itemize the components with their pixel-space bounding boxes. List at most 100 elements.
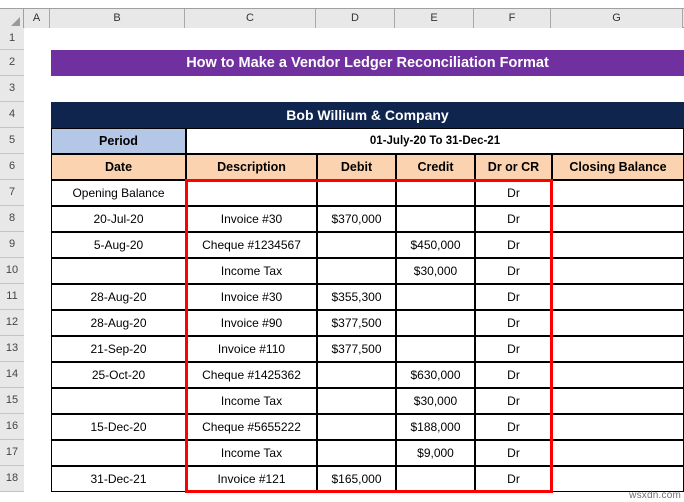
column-header-f[interactable]: F (474, 9, 551, 29)
cell-credit-row-7[interactable] (396, 180, 475, 206)
table-header-debit[interactable]: Debit (317, 154, 396, 180)
row-header-9[interactable]: 9 (0, 232, 24, 258)
cell-closing-balance-row-9[interactable] (552, 232, 684, 258)
cell-credit-row-12[interactable] (396, 310, 475, 336)
row-header-17[interactable]: 17 (0, 440, 24, 466)
cell-debit-row-17[interactable] (317, 440, 396, 466)
column-header-d[interactable]: D (316, 9, 395, 29)
cell-closing-balance-row-10[interactable] (552, 258, 684, 284)
cell-debit-row-18[interactable]: $165,000 (317, 466, 396, 492)
cell-credit-row-18[interactable] (396, 466, 475, 492)
cell-description-row-17[interactable]: Income Tax (186, 440, 317, 466)
column-header-e[interactable]: E (395, 9, 474, 29)
cell-credit-row-13[interactable] (396, 336, 475, 362)
cell-date-row-13[interactable]: 21-Sep-20 (51, 336, 186, 362)
table-header-closing-balance[interactable]: Closing Balance (552, 154, 684, 180)
cell-description-row-8[interactable]: Invoice #30 (186, 206, 317, 232)
cell-closing-balance-row-18[interactable] (552, 466, 684, 492)
column-header-c[interactable]: C (185, 9, 316, 29)
cell-closing-balance-row-15[interactable] (552, 388, 684, 414)
cell-date-row-8[interactable]: 20-Jul-20 (51, 206, 186, 232)
select-all-corner[interactable] (0, 9, 24, 29)
row-header-10[interactable]: 10 (0, 258, 24, 284)
row-header-15[interactable]: 15 (0, 388, 24, 414)
report-title[interactable]: How to Make a Vendor Ledger Reconciliati… (51, 50, 684, 76)
cell-description-row-7[interactable] (186, 180, 317, 206)
cell-description-row-12[interactable]: Invoice #90 (186, 310, 317, 336)
period-value-cell[interactable]: 01-July-20 To 31-Dec-21 (186, 128, 684, 154)
cell-dr-or-cr-row-8[interactable]: Dr (475, 206, 552, 232)
row-header-8[interactable]: 8 (0, 206, 24, 232)
cell-date-row-18[interactable]: 31-Dec-21 (51, 466, 186, 492)
row-header-1[interactable]: 1 (0, 28, 24, 50)
row-header-13[interactable]: 13 (0, 336, 24, 362)
cell-debit-row-14[interactable] (317, 362, 396, 388)
cell-description-row-9[interactable]: Cheque #1234567 (186, 232, 317, 258)
cell-debit-row-15[interactable] (317, 388, 396, 414)
row-header-3[interactable]: 3 (0, 76, 24, 102)
cell-closing-balance-row-16[interactable] (552, 414, 684, 440)
cell-date-row-16[interactable]: 15-Dec-20 (51, 414, 186, 440)
cell-date-row-7[interactable]: Opening Balance (51, 180, 186, 206)
cell-date-row-12[interactable]: 28-Aug-20 (51, 310, 186, 336)
cell-closing-balance-row-14[interactable] (552, 362, 684, 388)
cell-dr-or-cr-row-9[interactable]: Dr (475, 232, 552, 258)
column-header-a[interactable]: A (24, 9, 50, 29)
row-header-14[interactable]: 14 (0, 362, 24, 388)
cell-date-row-17[interactable] (51, 440, 186, 466)
cell-credit-row-16[interactable]: $188,000 (396, 414, 475, 440)
cell-closing-balance-row-11[interactable] (552, 284, 684, 310)
cell-closing-balance-row-12[interactable] (552, 310, 684, 336)
cell-debit-row-10[interactable] (317, 258, 396, 284)
row-header-11[interactable]: 11 (0, 284, 24, 310)
row-header-18[interactable]: 18 (0, 466, 24, 492)
cell-date-row-15[interactable] (51, 388, 186, 414)
cell-debit-row-13[interactable]: $377,500 (317, 336, 396, 362)
cell-dr-or-cr-row-7[interactable]: Dr (475, 180, 552, 206)
period-label-cell[interactable]: Period (51, 128, 186, 154)
cell-date-row-14[interactable]: 25-Oct-20 (51, 362, 186, 388)
cell-dr-or-cr-row-17[interactable]: Dr (475, 440, 552, 466)
cell-closing-balance-row-8[interactable] (552, 206, 684, 232)
cell-credit-row-11[interactable] (396, 284, 475, 310)
row-header-7[interactable]: 7 (0, 180, 24, 206)
cell-date-row-11[interactable]: 28-Aug-20 (51, 284, 186, 310)
row-header-5[interactable]: 5 (0, 128, 24, 154)
cell-credit-row-9[interactable]: $450,000 (396, 232, 475, 258)
cell-credit-row-10[interactable]: $30,000 (396, 258, 475, 284)
column-header-b[interactable]: B (50, 9, 185, 29)
cell-credit-row-14[interactable]: $630,000 (396, 362, 475, 388)
cell-description-row-11[interactable]: Invoice #30 (186, 284, 317, 310)
row-header-2[interactable]: 2 (0, 50, 24, 76)
table-header-description[interactable]: Description (186, 154, 317, 180)
cell-dr-or-cr-row-15[interactable]: Dr (475, 388, 552, 414)
cell-description-row-18[interactable]: Invoice #121 (186, 466, 317, 492)
cell-dr-or-cr-row-14[interactable]: Dr (475, 362, 552, 388)
row-header-16[interactable]: 16 (0, 414, 24, 440)
cell-debit-row-11[interactable]: $355,300 (317, 284, 396, 310)
cell-dr-or-cr-row-16[interactable]: Dr (475, 414, 552, 440)
row-header-12[interactable]: 12 (0, 310, 24, 336)
cell-dr-or-cr-row-11[interactable]: Dr (475, 284, 552, 310)
cell-closing-balance-row-17[interactable] (552, 440, 684, 466)
table-header-dr-or-cr[interactable]: Dr or CR (475, 154, 552, 180)
cell-debit-row-8[interactable]: $370,000 (317, 206, 396, 232)
cell-closing-balance-row-7[interactable] (552, 180, 684, 206)
cell-dr-or-cr-row-13[interactable]: Dr (475, 336, 552, 362)
row-header-6[interactable]: 6 (0, 154, 24, 180)
cell-credit-row-15[interactable]: $30,000 (396, 388, 475, 414)
cell-debit-row-16[interactable] (317, 414, 396, 440)
cell-dr-or-cr-row-10[interactable]: Dr (475, 258, 552, 284)
cell-dr-or-cr-row-18[interactable]: Dr (475, 466, 552, 492)
column-header-g[interactable]: G (551, 9, 683, 29)
cell-description-row-16[interactable]: Cheque #5655222 (186, 414, 317, 440)
cell-credit-row-17[interactable]: $9,000 (396, 440, 475, 466)
row-header-4[interactable]: 4 (0, 102, 24, 128)
cell-credit-row-8[interactable] (396, 206, 475, 232)
table-header-date[interactable]: Date (51, 154, 186, 180)
cell-debit-row-7[interactable] (317, 180, 396, 206)
cell-description-row-15[interactable]: Income Tax (186, 388, 317, 414)
cell-debit-row-9[interactable] (317, 232, 396, 258)
cell-debit-row-12[interactable]: $377,500 (317, 310, 396, 336)
table-header-credit[interactable]: Credit (396, 154, 475, 180)
